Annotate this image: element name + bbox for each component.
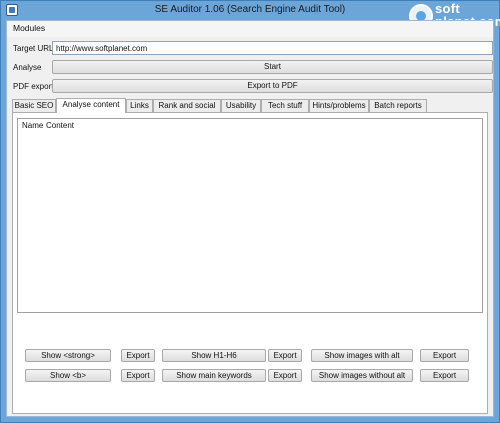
export-keywords-button[interactable]: Export: [268, 369, 302, 382]
tab-basic-seo[interactable]: Basic SEO: [12, 99, 56, 112]
tab-tech-stuff[interactable]: Tech stuff: [261, 99, 309, 112]
show-strong-button[interactable]: Show <strong>: [25, 349, 111, 362]
pdf-export-label: PDF export: [13, 82, 54, 91]
target-url-input[interactable]: [52, 41, 493, 55]
tab-batch-reports[interactable]: Batch reports: [369, 99, 427, 112]
tab-rank-and-social[interactable]: Rank and social: [153, 99, 221, 112]
client-area: Modules Target URL Analyse Start PDF exp…: [6, 20, 494, 417]
analyse-label: Analyse: [13, 63, 42, 72]
list-header: Name Content: [18, 119, 482, 131]
menu-modules[interactable]: Modules: [13, 23, 45, 33]
app-window: SE Auditor 1.06 (Search Engine Audit Too…: [0, 0, 500, 423]
tab-analyse-content[interactable]: Analyse content: [56, 98, 126, 113]
export-b-button[interactable]: Export: [121, 369, 155, 382]
export-headings-button[interactable]: Export: [268, 349, 302, 362]
menu-bar: Modules: [7, 21, 493, 37]
show-images-with-alt-button[interactable]: Show images with alt: [311, 349, 413, 362]
column-name[interactable]: Name: [22, 121, 43, 130]
tab-links[interactable]: Links: [126, 99, 153, 112]
export-images-with-alt-button[interactable]: Export: [420, 349, 469, 362]
title-bar[interactable]: SE Auditor 1.06 (Search Engine Audit Too…: [1, 1, 500, 28]
tab-usability[interactable]: Usability: [221, 99, 261, 112]
analyse-content-panel: Name Content Show <strong> Export Show H…: [12, 112, 488, 414]
export-strong-button[interactable]: Export: [121, 349, 155, 362]
show-h1-h6-button[interactable]: Show H1-H6: [162, 349, 266, 362]
start-button[interactable]: Start: [52, 60, 493, 74]
target-url-label: Target URL: [13, 44, 54, 53]
show-b-button[interactable]: Show <b>: [25, 369, 111, 382]
column-content[interactable]: Content: [46, 121, 74, 130]
export-images-without-alt-button[interactable]: Export: [420, 369, 469, 382]
show-main-keywords-button[interactable]: Show main keywords: [162, 369, 266, 382]
export-pdf-button[interactable]: Export to PDF: [52, 79, 493, 93]
show-images-without-alt-button[interactable]: Show images without alt: [311, 369, 413, 382]
tab-hints-problems[interactable]: Hints/problems: [309, 99, 369, 112]
content-list[interactable]: Name Content: [17, 118, 483, 313]
